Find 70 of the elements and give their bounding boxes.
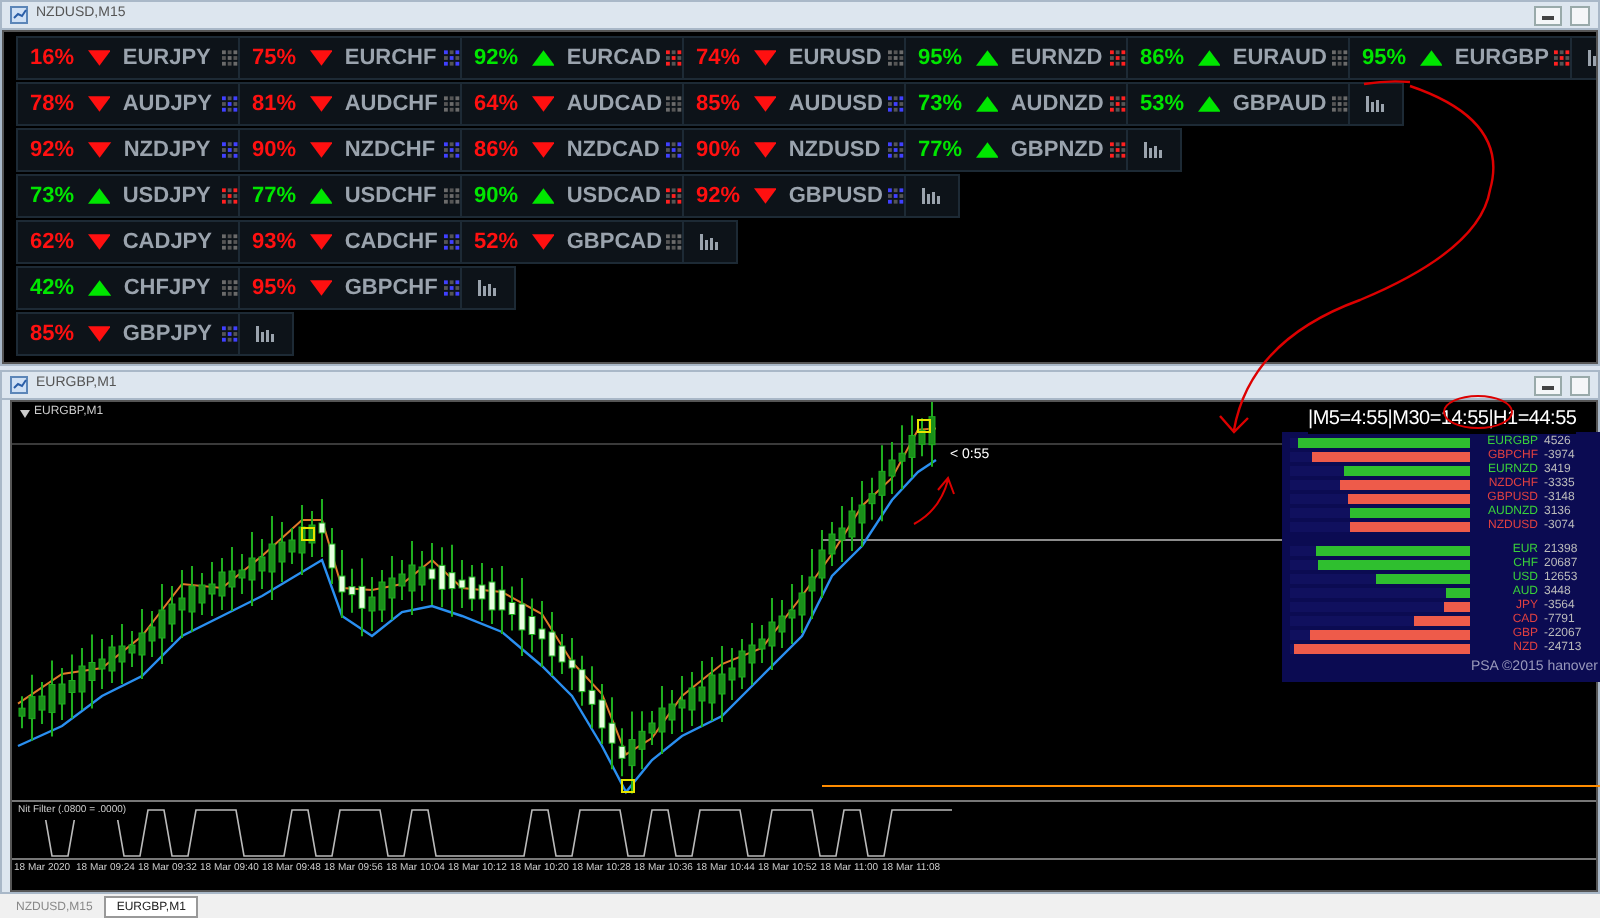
pair-name: CADJPY [122,227,211,258]
pair-name: EURUSD [788,43,877,74]
pair-name: GBPUSD [788,181,877,212]
small-bars-icon[interactable] [1366,96,1386,112]
small-bars-icon[interactable] [922,188,942,204]
percent-text: 92% [474,43,520,74]
percent-text: 64% [474,89,520,120]
pair-name: GBPJPY [122,319,211,350]
percent-text: 95% [1362,43,1408,74]
percent-text: 86% [1140,43,1186,74]
percent-text: 77% [918,135,964,166]
percent-text: 85% [696,89,742,120]
percent-text: 90% [474,181,520,212]
pair-name: AUDCHF [344,89,433,120]
percent-text: 75% [252,43,298,74]
chart-window-icon [10,376,28,394]
pair-name: EURJPY [122,43,211,74]
percent-text: 90% [252,135,298,166]
percent-text: 86% [474,135,520,166]
percent-text: 92% [696,181,742,212]
pair-name: GBPNZD [1010,135,1099,166]
percent-text: 95% [918,43,964,74]
percent-text: 90% [696,135,742,166]
annotation-underline [1363,80,1411,86]
pair-name: EURCAD [566,43,655,74]
square-marker [621,779,635,793]
pair-name: EURAUD [1232,43,1321,74]
pair-name: EURNZD [1010,43,1099,74]
percent-text: 42% [30,273,77,304]
chart-window-icon [10,6,28,24]
square-marker [917,419,931,433]
percent-text: 52% [474,227,520,258]
pair-name: CHFJPY [123,273,211,304]
percent-text: 74% [696,43,742,74]
percent-text: 73% [918,89,964,120]
percent-text: 78% [30,89,76,120]
pair-name: NZDCHF [344,135,433,166]
percent-text: 53% [1140,89,1186,120]
minimize-button[interactable] [1534,5,1562,25]
pair-name: GBPAUD [1232,89,1321,120]
small-bars-icon[interactable] [478,280,498,296]
pair-name: USDJPY [122,181,211,212]
percent-text: 62% [30,227,76,258]
pair-name: AUDNZD [1010,89,1099,120]
pair-name: AUDUSD [788,89,877,120]
pair-name: GBPCHF [344,273,433,304]
annotation-arrow [913,477,955,525]
percent-text: 85% [30,319,76,350]
square-marker [301,527,315,541]
pair-name: CADCHF [344,227,433,258]
small-bars-icon[interactable] [256,326,276,342]
pair-name: USDCAD [566,181,655,212]
small-bars-icon[interactable] [1144,142,1164,158]
pair-name: USDCHF [344,181,433,212]
percent-text: 92% [30,135,77,166]
pair-name: NZDUSD [788,135,877,166]
pair-name: NZDJPY [123,135,211,166]
pair-name: NZDCAD [566,135,655,166]
pair-name: AUDJPY [122,89,211,120]
minimize-button[interactable] [1534,375,1562,395]
percent-text: 81% [252,89,298,120]
small-bars-icon[interactable] [700,234,720,250]
pair-name: EURCHF [344,43,433,74]
percent-text: 16% [30,43,76,74]
percent-text: 95% [252,273,298,304]
pair-name: EURGBP [1454,43,1543,74]
collapse-triangle-icon[interactable] [20,409,30,417]
percent-text: 93% [252,227,298,258]
percent-text: 77% [252,181,298,212]
percent-text: 73% [30,181,76,212]
